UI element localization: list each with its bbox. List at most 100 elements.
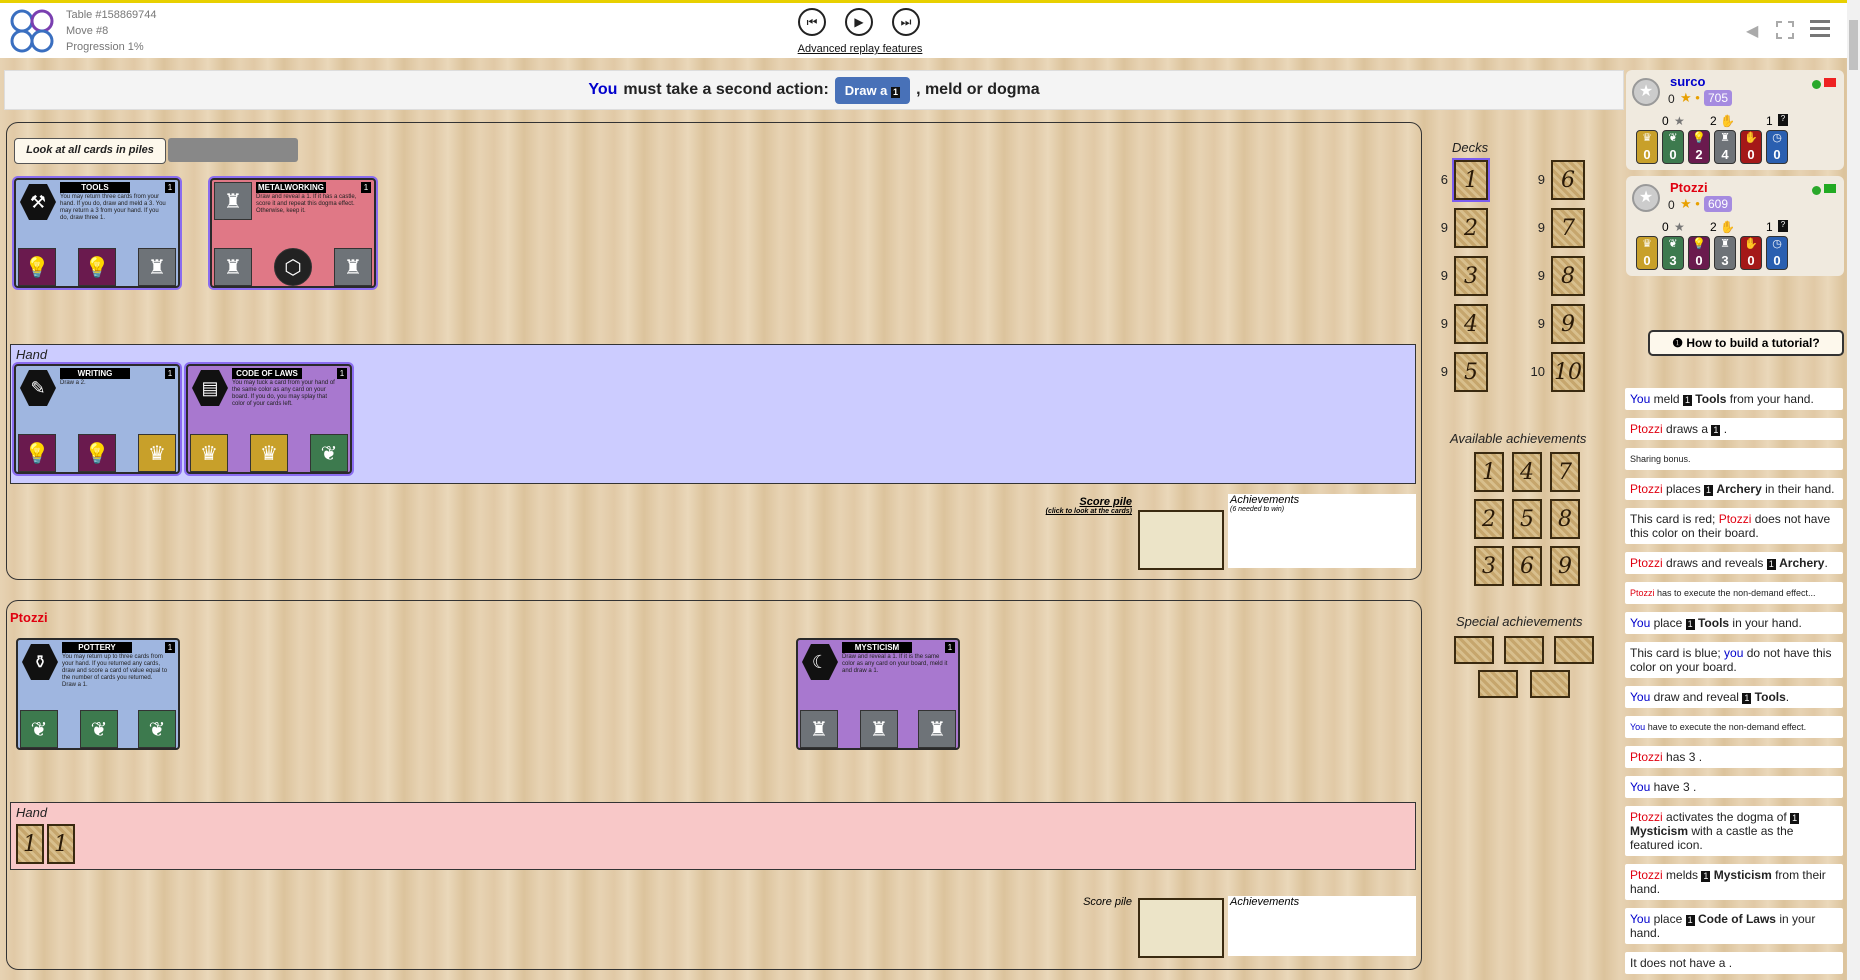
prompt-text: must take a second action: xyxy=(623,81,829,98)
age-icon: 1 xyxy=(1790,813,1800,824)
menu-icon[interactable] xyxy=(1810,20,1830,38)
draw-button[interactable]: Draw a 1 xyxy=(834,76,911,104)
board-card-tools[interactable]: ⚒ TOOLS 1 You may return three cards fro… xyxy=(14,178,180,288)
special-achievement-card[interactable] xyxy=(1554,636,1594,664)
log-text: This card is blue; xyxy=(1630,646,1725,660)
advanced-replay-link[interactable]: Advanced replay features xyxy=(770,43,950,55)
opp-hand-card: 1 xyxy=(16,824,44,864)
special-achievement-card[interactable] xyxy=(1454,636,1494,664)
score-pile-card[interactable] xyxy=(1138,510,1224,570)
draw-button-label: Draw a xyxy=(844,82,888,98)
log-text: . xyxy=(1728,956,1733,970)
score-pile-label[interactable]: Score pile xyxy=(1040,496,1132,508)
achievement-star-icon: ★ xyxy=(1674,114,1685,128)
resource-factory-icon: ✋ 0 xyxy=(1740,236,1762,270)
vase-icon: ⚱ xyxy=(22,644,58,680)
deck-age-5[interactable]: 5 xyxy=(1454,352,1488,392)
log-actor: Ptozzi xyxy=(1630,868,1663,882)
avatar[interactable]: ★ xyxy=(1632,78,1660,106)
log-actor: You xyxy=(1630,780,1651,794)
progression: Progression 1% xyxy=(66,41,144,53)
card-age: 1 xyxy=(165,182,175,193)
log-actor: Ptozzi xyxy=(1630,556,1663,570)
deck-age-10[interactable]: 10 xyxy=(1551,352,1585,392)
special-achievements-label: Special achievements xyxy=(1456,614,1583,629)
special-achievement-card[interactable] xyxy=(1504,636,1544,664)
achievement-age-9[interactable]: 9 xyxy=(1550,546,1580,586)
player-stars: 0 xyxy=(1668,198,1675,212)
card-title: METALWORKING xyxy=(256,182,326,193)
resource-glyph: ♛ xyxy=(1642,238,1652,250)
look-all-piles-button[interactable]: Look at all cards in piles xyxy=(14,138,166,164)
replay-forward-icon[interactable]: ⏭ xyxy=(892,8,920,36)
flag-icon xyxy=(1824,78,1836,87)
card-age: 1 xyxy=(945,642,955,653)
log-entry: Ptozzi has to execute the non-demand eff… xyxy=(1625,582,1843,604)
hand-label: Hand xyxy=(16,347,48,362)
board-card-metalworking[interactable]: ♜ METALWORKING 1 Draw and reveal a 1. If… xyxy=(210,178,376,288)
age-icon: 1 xyxy=(1742,693,1752,704)
avatar[interactable]: ★ xyxy=(1632,184,1660,212)
replay-back-icon[interactable]: ⏮ xyxy=(798,8,826,36)
bga-logo-icon[interactable] xyxy=(8,9,56,55)
player-name[interactable]: surco xyxy=(1670,74,1705,89)
log-actor: Ptozzi xyxy=(1630,750,1663,764)
top-bar: Table #158869744 Move #8 Progression 1% … xyxy=(0,0,1860,58)
bulb-icon: 💡 xyxy=(18,248,56,286)
scrollbar-thumb[interactable] xyxy=(1849,20,1858,70)
special-achievement-card[interactable] xyxy=(1530,670,1570,698)
resource-bulb-icon: 💡 0 xyxy=(1688,236,1710,270)
log-text: . xyxy=(1698,750,1703,764)
fullscreen-icon[interactable] xyxy=(1776,21,1794,39)
resource-count: 0 xyxy=(1747,147,1755,162)
opp-board-card-pottery[interactable]: ⚱ POTTERY 1 You may return up to three c… xyxy=(16,638,180,750)
deck-age-2[interactable]: 2 xyxy=(1454,208,1488,248)
opponent-hand-zone xyxy=(10,802,1416,870)
achievement-age-7[interactable]: 7 xyxy=(1550,452,1580,492)
log-entry: You meld 1 Tools from your hand. xyxy=(1625,388,1843,410)
hand-card-code-of-laws[interactable]: ▤ CODE OF LAWS 1 You may tuck a card fro… xyxy=(186,364,352,474)
age-icon: 1 xyxy=(1682,395,1692,406)
deck-count: 6 xyxy=(1440,172,1448,187)
resource-count: 0 xyxy=(1643,147,1651,162)
special-achievement-card[interactable] xyxy=(1478,670,1518,698)
achievement-age-5[interactable]: 5 xyxy=(1512,499,1542,539)
log-actor: You xyxy=(1630,722,1646,732)
sound-icon[interactable]: ◀ xyxy=(1746,21,1758,41)
resource-glyph: 💡 xyxy=(1692,238,1706,250)
deck-age-6[interactable]: 6 xyxy=(1551,160,1585,200)
opp-board-card-mysticism[interactable]: ☾ MYSTICISM 1 Draw and reveal a 1. If it… xyxy=(796,638,960,750)
hand-card-writing[interactable]: ✎ WRITING 1 Draw a 2. 💡 💡 ♛ xyxy=(14,364,180,474)
achievement-age-6[interactable]: 6 xyxy=(1512,546,1542,586)
deck-age-3[interactable]: 3 xyxy=(1454,256,1488,296)
tutorial-button[interactable]: ❶ How to build a tutorial? xyxy=(1648,330,1844,356)
achievement-age-2[interactable]: 2 xyxy=(1474,499,1504,539)
deck-age-4[interactable]: 4 xyxy=(1454,304,1488,344)
log-text: . xyxy=(1785,690,1790,704)
deck-age-7[interactable]: 7 xyxy=(1551,208,1585,248)
achievement-age-1[interactable]: 1 xyxy=(1474,452,1504,492)
achievements-hint: (6 needed to win) xyxy=(1230,506,1285,513)
age-icon: 1 xyxy=(1685,619,1695,630)
opp-score-pile-card[interactable] xyxy=(1138,898,1224,958)
replay-play-icon[interactable]: ▶ xyxy=(845,8,873,36)
log-text: melds xyxy=(1662,868,1702,882)
achievement-age-3[interactable]: 3 xyxy=(1474,546,1504,586)
scrollbar[interactable] xyxy=(1847,0,1860,980)
deck-age-8[interactable]: 8 xyxy=(1551,256,1585,296)
achievement-age-8[interactable]: 8 xyxy=(1550,499,1580,539)
deck-age-1[interactable]: 1 xyxy=(1454,160,1488,200)
hand-count: 1 xyxy=(1766,220,1773,234)
resource-count: 3 xyxy=(1669,253,1677,268)
log-entry: Ptozzi melds 1 Mysticism from their hand… xyxy=(1625,864,1843,900)
deck-count: 9 xyxy=(1537,172,1545,187)
deck-age-9[interactable]: 9 xyxy=(1551,304,1585,344)
elo-badge: 609 xyxy=(1704,196,1733,212)
log-card-name: Archery xyxy=(1779,556,1825,570)
player-name[interactable]: Ptozzi xyxy=(1670,180,1708,195)
age-icon: 1 xyxy=(1701,871,1711,882)
available-achievements-label: Available achievements xyxy=(1450,431,1587,446)
log-entry: You draw and reveal 1 Tools. xyxy=(1625,686,1843,708)
log-text: in your hand. xyxy=(1729,616,1802,630)
achievement-age-4[interactable]: 4 xyxy=(1512,452,1542,492)
